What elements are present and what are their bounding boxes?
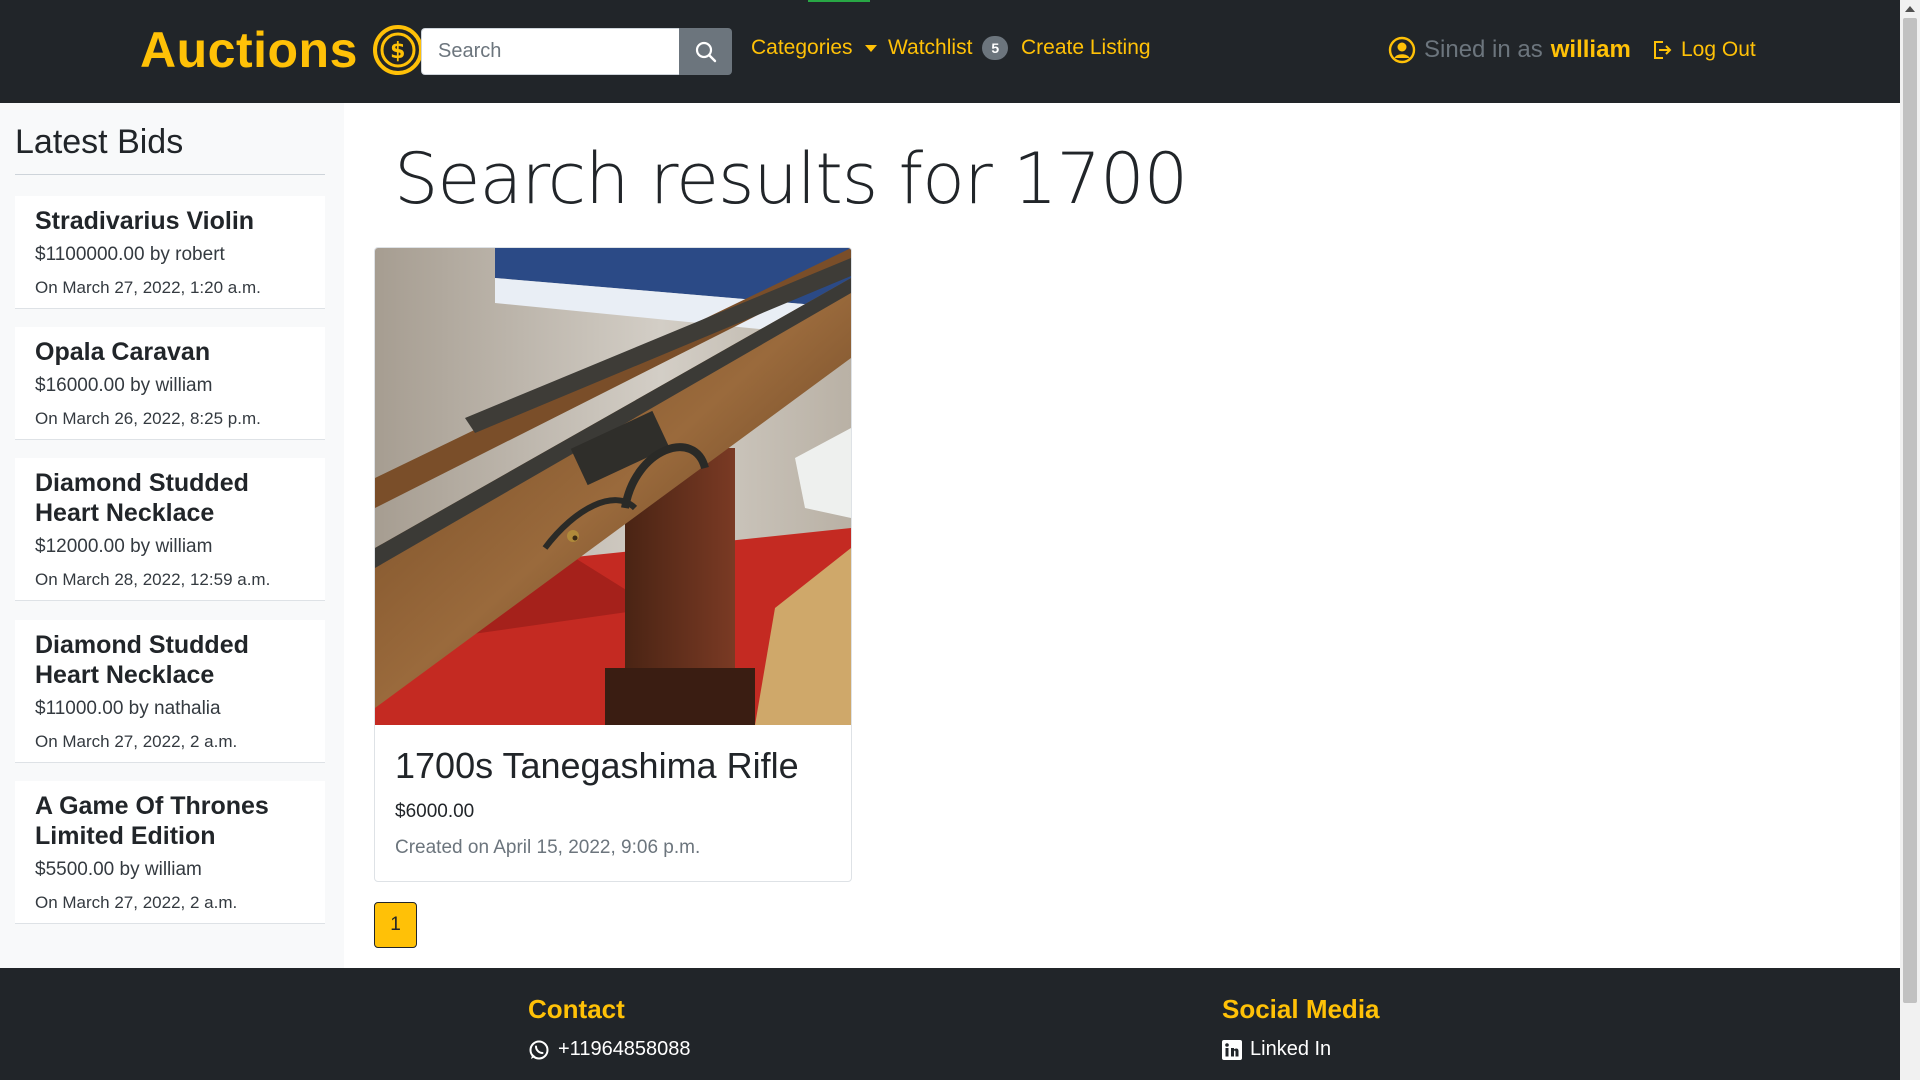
search-icon: [695, 41, 716, 62]
coin-dollar-icon: $: [372, 25, 423, 75]
bid-card[interactable]: Diamond Studded Heart Necklace $11000.00…: [15, 620, 325, 763]
listing-price: $6000.00: [395, 801, 475, 822]
create-listing-label: Create Listing: [1021, 36, 1151, 59]
watchlist-label: Watchlist: [888, 36, 973, 59]
signed-in-status: Sined in as william: [1388, 36, 1631, 64]
caret-down-icon: [864, 44, 877, 52]
listing-title[interactable]: 1700s Tanegashima Rifle: [395, 745, 831, 787]
bid-amount: $11000.00 by nathalia: [35, 698, 221, 719]
pagination-page-1[interactable]: 1: [374, 902, 417, 948]
linkedin-label: Linked In: [1250, 1038, 1332, 1060]
page-scrollbar[interactable]: [1900, 0, 1920, 1080]
sidebar-title: Latest Bids: [15, 123, 325, 175]
bid-title: Diamond Studded Heart Necklace: [35, 631, 249, 689]
bid-date: On March 27, 2022, 2 a.m.: [35, 893, 238, 912]
svg-text:$: $: [390, 39, 406, 64]
categories-label: Categories: [751, 36, 853, 59]
scroll-up-arrow-icon[interactable]: [1905, 6, 1915, 12]
navbar: Auctions $ Categories Watchlist 5 Create…: [0, 0, 1900, 103]
bid-amount: $16000.00 by william: [35, 375, 213, 396]
listing-created-date: Created on April 15, 2022, 9:06 p.m.: [395, 837, 701, 858]
bid-date: On March 26, 2022, 8:25 p.m.: [35, 409, 261, 428]
listing-body: 1700s Tanegashima Rifle $6000.00 Created…: [375, 725, 851, 879]
search-input[interactable]: [421, 28, 679, 75]
signed-in-text: Sined in as: [1424, 36, 1543, 63]
search-button[interactable]: [679, 28, 732, 75]
bid-card[interactable]: Stradivarius Violin $1100000.00 by rober…: [15, 196, 325, 309]
listing-image[interactable]: [375, 248, 851, 725]
page-title: Search results for 1700: [394, 138, 1188, 220]
search-form: [421, 28, 732, 75]
watchlist-link[interactable]: Watchlist 5: [888, 36, 1009, 60]
whatsapp-icon: [529, 1040, 549, 1059]
logout-label: Log Out: [1681, 38, 1756, 61]
nav-accent-bar: [808, 0, 870, 2]
bid-amount: $5500.00 by william: [35, 859, 202, 880]
latest-bids-sidebar: Latest Bids Stradivarius Violin $1100000…: [0, 103, 344, 968]
linkedin-link[interactable]: Linked In: [1222, 1038, 1331, 1061]
scrollbar-thumb[interactable]: [1903, 18, 1917, 1003]
brand-logo[interactable]: Auctions $: [140, 18, 424, 82]
bid-title: Opala Caravan: [35, 338, 211, 366]
listing-card[interactable]: 1700s Tanegashima Rifle $6000.00 Created…: [374, 247, 852, 882]
contact-heading: Contact: [528, 994, 625, 1024]
social-media-heading: Social Media: [1222, 994, 1380, 1024]
bid-amount: $1100000.00 by robert: [35, 244, 225, 265]
logout-icon: [1654, 41, 1672, 59]
username: william: [1550, 36, 1631, 63]
create-listing-link[interactable]: Create Listing: [1021, 36, 1151, 60]
watchlist-count-badge: 5: [982, 36, 1009, 60]
bid-date: On March 28, 2022, 12:59 a.m.: [35, 570, 271, 589]
bid-amount: $12000.00 by william: [35, 536, 213, 557]
bid-date: On March 27, 2022, 2 a.m.: [35, 732, 238, 751]
bid-card[interactable]: A Game Of Thrones Limited Edition $5500.…: [15, 781, 325, 924]
bid-date: On March 27, 2022, 1:20 a.m.: [35, 278, 261, 297]
bid-title: Diamond Studded Heart Necklace: [35, 469, 249, 527]
phone-contact[interactable]: +11964858088: [528, 1038, 691, 1061]
bid-title: A Game Of Thrones Limited Edition: [35, 792, 269, 850]
linkedin-icon: [1222, 1039, 1242, 1060]
phone-number: +11964858088: [558, 1038, 691, 1060]
footer: Contact +11964858088 Social Media Linked…: [0, 968, 1900, 1080]
bid-card[interactable]: Diamond Studded Heart Necklace $12000.00…: [15, 458, 325, 601]
user-circle-icon: [1388, 36, 1416, 64]
categories-dropdown[interactable]: Categories: [751, 36, 877, 60]
brand-name: Auctions: [140, 22, 358, 78]
bid-title: Stradivarius Violin: [35, 207, 255, 235]
bid-card[interactable]: Opala Caravan $16000.00 by william On Ma…: [15, 327, 325, 440]
logout-link[interactable]: Log Out: [1651, 38, 1756, 62]
